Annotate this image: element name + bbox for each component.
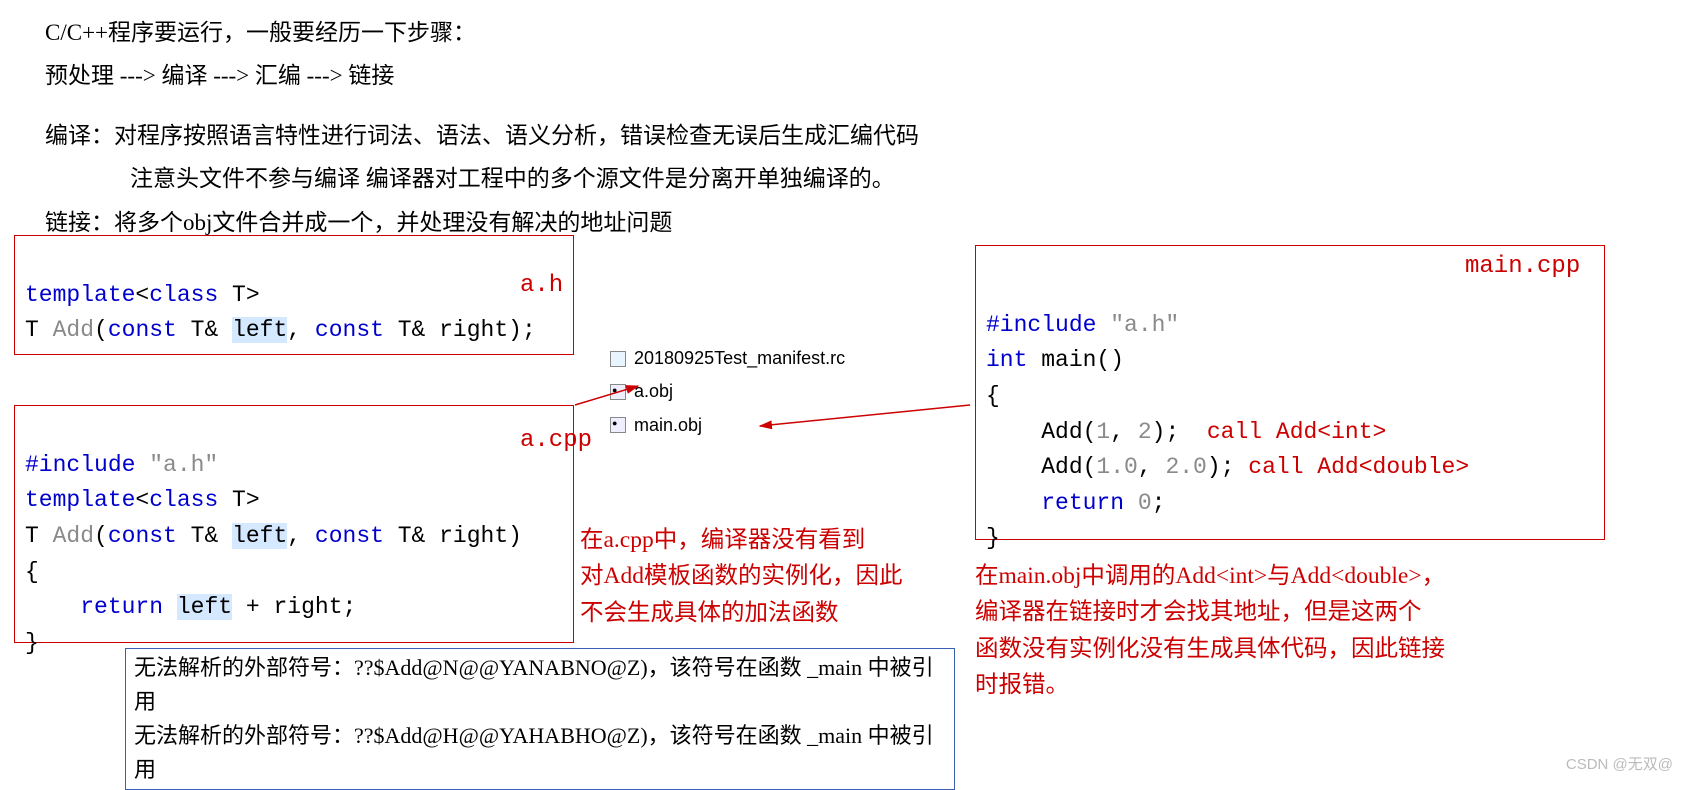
intro-text: C/C++程序要运行，一般要经历一下步骤： 预处理 ---> 编译 ---> 汇… xyxy=(45,12,1642,243)
file-label: 20180925Test_manifest.rc xyxy=(634,342,845,375)
file-label: main.obj xyxy=(634,409,702,442)
error-line: 无法解析的外部符号：??$Add@N@@YANABNO@Z)，该符号在函数 _m… xyxy=(134,651,946,719)
file-icon xyxy=(610,351,626,367)
label-ah: a.h xyxy=(520,272,563,299)
intro-line-2: 预处理 ---> 编译 ---> 汇编 ---> 链接 xyxy=(45,55,1642,96)
file-item: main.obj xyxy=(610,409,845,442)
file-list: 20180925Test_manifest.rc a.obj main.obj xyxy=(610,342,845,442)
intro-line-1: C/C++程序要运行，一般要经历一下步骤： xyxy=(45,12,1642,53)
error-line: 无法解析的外部符号：??$Add@H@@YAHABHO@Z)，该符号在函数 _m… xyxy=(134,719,946,787)
annotation-main: 在main.obj中调用的Add<int>与Add<double>， 编译器在链… xyxy=(975,558,1445,704)
file-icon xyxy=(610,417,626,433)
intro-line-3: 编译：对程序按照语言特性进行词法、语法、语义分析，错误检查无误后生成汇编代码 xyxy=(45,115,1642,156)
file-item: 20180925Test_manifest.rc xyxy=(610,342,845,375)
intro-line-4: 注意头文件不参与编译 编译器对工程中的多个源文件是分离开单独编译的。 xyxy=(45,158,1642,199)
watermark: CSDN @无双@ xyxy=(1566,753,1673,774)
label-main: main.cpp xyxy=(1465,253,1580,280)
code-box-acpp: #include "a.h" template<class T> T Add(c… xyxy=(14,405,574,643)
file-icon xyxy=(610,384,626,400)
file-item: a.obj xyxy=(610,375,845,408)
error-box: 无法解析的外部符号：??$Add@N@@YANABNO@Z)，该符号在函数 _m… xyxy=(125,648,955,790)
annotation-acpp: 在a.cpp中，编译器没有看到 对Add模板函数的实例化，因此 不会生成具体的加… xyxy=(580,522,902,631)
file-label: a.obj xyxy=(634,375,673,408)
label-acpp: a.cpp xyxy=(520,427,592,454)
code-box-ah: template<class T> T Add(const T& left, c… xyxy=(14,235,574,355)
code-box-main: #include "a.h" int main() { Add(1, 2); c… xyxy=(975,245,1605,540)
